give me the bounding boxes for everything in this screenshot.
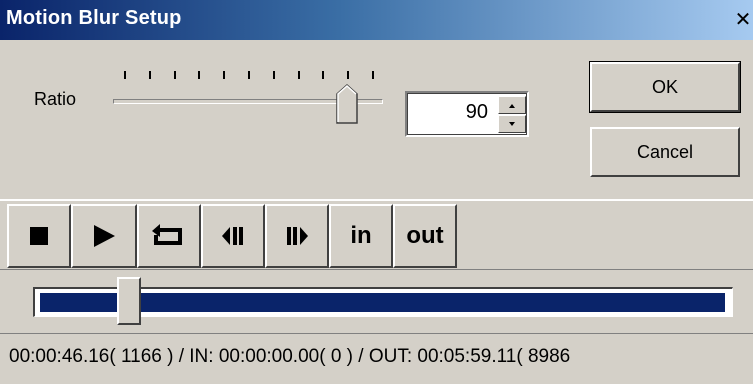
mark-in-label: in [350, 222, 372, 249]
slider-tick [198, 71, 201, 79]
step-forward-button[interactable] [265, 204, 329, 268]
down-arrow-icon [509, 122, 515, 126]
up-arrow-icon [509, 104, 515, 108]
spin-up-button[interactable] [498, 96, 526, 114]
play-button[interactable] [71, 204, 137, 268]
close-button[interactable]: ✕ [733, 7, 753, 33]
mark-in-button[interactable]: in [329, 204, 393, 268]
slider-tick [347, 71, 350, 79]
mark-out-label: out [406, 222, 444, 249]
stop-icon [30, 227, 48, 245]
slider-tick [272, 71, 275, 79]
timeline-scrubber[interactable] [117, 277, 142, 325]
slider-tick [148, 71, 151, 79]
slider-tick [223, 71, 226, 79]
loop-button[interactable] [137, 204, 201, 268]
play-icon [94, 225, 115, 247]
slider-tick [297, 71, 300, 79]
step-forward-icon [287, 227, 308, 245]
ratio-label: Ratio [34, 89, 77, 109]
step-back-button[interactable] [201, 204, 265, 268]
timecode-status: 00:00:46.16( 1166 ) / IN: 00:00:00.00( 0… [9, 346, 571, 367]
slider-tick [124, 71, 126, 79]
loop-icon [152, 224, 182, 245]
slider-tick [322, 71, 325, 79]
cancel-button[interactable]: Cancel [590, 127, 740, 177]
timeline-range [40, 293, 725, 312]
slider-tick [372, 71, 374, 79]
step-back-icon [222, 227, 243, 245]
slider-tick [173, 71, 176, 79]
ratio-value: 90 [465, 101, 488, 123]
mark-out-button[interactable]: out [393, 204, 457, 268]
stop-button[interactable] [7, 204, 71, 268]
slider-tick [248, 71, 250, 79]
spin-down-button[interactable] [498, 115, 526, 133]
ratio-slider-thumb[interactable] [336, 84, 358, 124]
window-title: Motion Blur Setup [6, 7, 182, 29]
close-icon: ✕ [734, 9, 752, 31]
ok-button[interactable]: OK [589, 61, 741, 113]
